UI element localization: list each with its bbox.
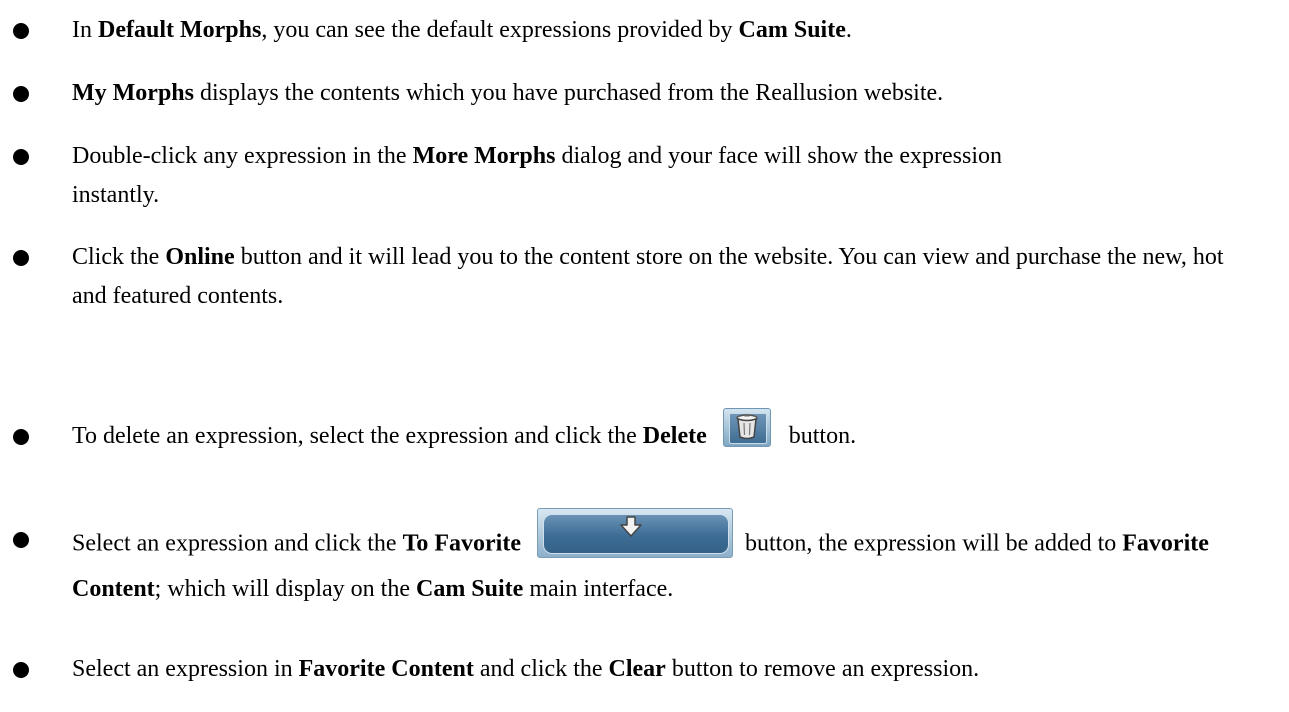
bold-term-clear: Clear (608, 656, 666, 682)
bullet-dot (13, 429, 29, 445)
bold-term-cam-suite: Cam Suite (415, 576, 524, 602)
bullet-dot (13, 149, 29, 165)
bold-term-delete: Delete (642, 423, 707, 449)
text-segment: To delete an expression, select the expr… (72, 423, 643, 449)
bullet-dot (13, 532, 29, 548)
delete-button-image (722, 407, 771, 447)
bullet-text: Select an expression and click the To Fa… (72, 508, 1232, 609)
to-favorite-button-image (537, 508, 733, 558)
text-segment: . (845, 17, 852, 43)
bullet-dot (13, 23, 29, 39)
text-segment: Double-click any expression in the (72, 143, 413, 169)
down-arrow-icon (620, 516, 642, 537)
bullet-text: Select an expression in Favorite Content… (72, 650, 1282, 689)
bullet-dot (13, 662, 29, 678)
text-segment: In (72, 17, 98, 43)
bold-term-favorite-content: Favorite Content (298, 656, 474, 682)
bullet-text: To delete an expression, select the expr… (72, 407, 1232, 457)
trash-can-icon (736, 413, 758, 440)
bold-term-cam-suite: Cam Suite (738, 17, 846, 43)
text-segment: button, the expression will be added to (745, 530, 1123, 557)
bullet-dot (13, 86, 29, 102)
text-segment: button and it will lead you to the conte… (72, 244, 1224, 309)
bullet-text: Double-click any expression in the More … (72, 137, 1072, 215)
bullet-text: In Default Morphs, you can see the defau… (72, 11, 1232, 50)
text-segment: Select an expression in (72, 656, 299, 682)
text-segment: and click the (473, 656, 609, 682)
bold-term-more-morphs: More Morphs (412, 143, 556, 169)
bullet-text: My Morphs displays the contents which yo… (72, 74, 1232, 113)
bold-term-to-favorite: To Favorite (402, 530, 521, 557)
bold-term-online: Online (165, 244, 235, 270)
text-segment: button to remove an expression. (665, 656, 980, 682)
bold-term-my-morphs: My Morphs (72, 80, 194, 106)
bullet-dot (13, 250, 29, 266)
bold-term-default-morphs: Default Morphs (98, 17, 262, 43)
text-segment: Select an expression and click the (72, 530, 403, 557)
text-segment: , you can see the default expressions pr… (261, 17, 739, 43)
text-segment: main interface. (523, 576, 674, 602)
text-segment: button. (788, 423, 857, 449)
text-segment: displays the contents which you have pur… (194, 80, 944, 106)
text-segment: ; which will display on the (154, 576, 416, 602)
text-segment: Click the (72, 244, 166, 270)
bullet-text: Click the Online button and it will lead… (72, 238, 1262, 316)
